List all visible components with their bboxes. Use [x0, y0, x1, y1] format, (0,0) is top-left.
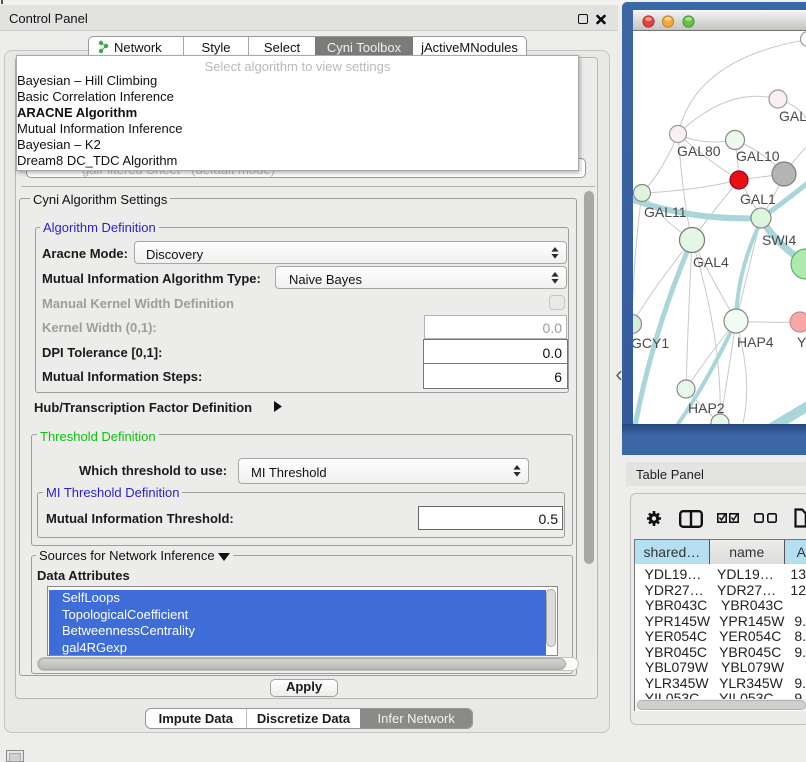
- svg-text:GAL80: GAL80: [677, 143, 721, 159]
- svg-text:GAL11: GAL11: [644, 204, 687, 220]
- svg-text:GAL: GAL: [779, 108, 806, 124]
- svg-text:GAL1: GAL1: [740, 191, 776, 207]
- svg-text:Y: Y: [797, 334, 806, 350]
- svg-text:GCY1: GCY1: [633, 335, 669, 351]
- svg-text:HAP2: HAP2: [688, 400, 725, 416]
- svg-text:HAP4: HAP4: [737, 334, 774, 350]
- svg-text:GAL4: GAL4: [693, 254, 729, 270]
- svg-text:SWI4: SWI4: [762, 232, 796, 248]
- svg-text:GAL10: GAL10: [736, 148, 780, 164]
